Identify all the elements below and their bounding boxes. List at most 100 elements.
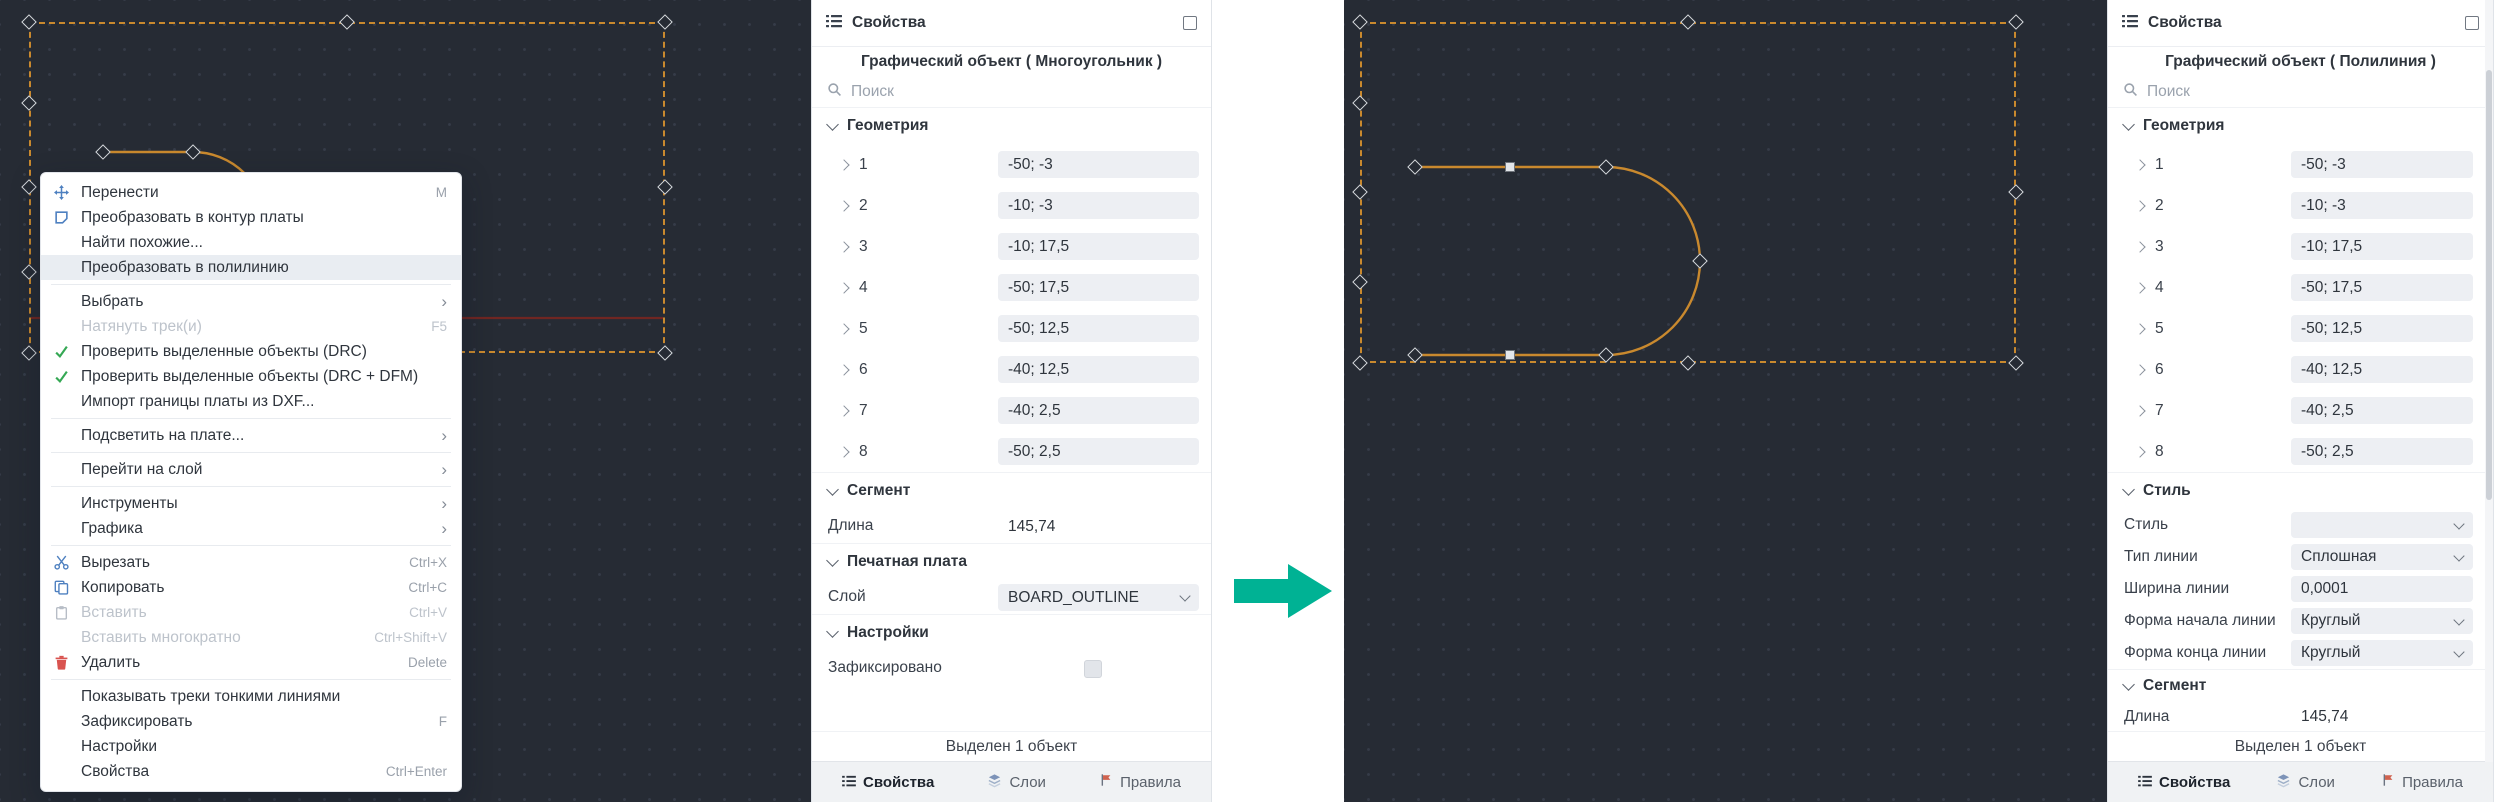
- menu-item-move[interactable]: Перенести M: [41, 180, 461, 205]
- properties-icon: [826, 14, 842, 33]
- point-value-field[interactable]: -40; 2,5: [2291, 397, 2473, 424]
- point-value-field[interactable]: -40; 12,5: [998, 356, 1199, 383]
- chevron-right-icon[interactable]: [2134, 282, 2145, 293]
- point-value-field[interactable]: -50; 2,5: [998, 438, 1199, 465]
- popout-icon[interactable]: [1183, 16, 1197, 30]
- popout-icon[interactable]: [2465, 16, 2479, 30]
- geometry-row: 2 -10; -3: [2108, 185, 2493, 226]
- point-value-field[interactable]: -40; 2,5: [998, 397, 1199, 424]
- pcb-canvas-before[interactable]: Перенести M Преобразовать в контур платы…: [0, 0, 811, 802]
- line-start-shape-select[interactable]: Круглый: [2291, 608, 2473, 634]
- properties-icon: [2138, 774, 2152, 791]
- chevron-right-icon[interactable]: [2134, 446, 2145, 457]
- menu-item-copy[interactable]: Копировать Ctrl+C: [41, 575, 461, 600]
- pcb-canvas-after[interactable]: [1344, 0, 2107, 802]
- section-label: Сегмент: [847, 482, 910, 500]
- menu-item-properties[interactable]: Свойства Ctrl+Enter: [41, 759, 461, 784]
- chevron-down-icon: [826, 483, 839, 496]
- point-value: -40; 2,5: [1008, 402, 1061, 420]
- section-board[interactable]: Печатная плата: [812, 543, 1211, 580]
- menu-item-cut[interactable]: Вырезать Ctrl+X: [41, 550, 461, 575]
- chevron-right-icon[interactable]: [2134, 241, 2145, 252]
- menu-item-select[interactable]: Выбрать: [41, 289, 461, 314]
- section-style[interactable]: Стиль: [2108, 472, 2493, 509]
- point-value: -50; 2,5: [2301, 443, 2354, 461]
- point-value-field[interactable]: -40; 12,5: [2291, 356, 2473, 383]
- line-type-select[interactable]: Сплошная: [2291, 544, 2473, 570]
- point-value-field[interactable]: -50; 2,5: [2291, 438, 2473, 465]
- chevron-right-icon[interactable]: [2134, 405, 2145, 416]
- chevron-right-icon[interactable]: [2134, 200, 2145, 211]
- section-settings[interactable]: Настройки: [812, 614, 1211, 651]
- menu-item-go-to-layer[interactable]: Перейти на слой: [41, 457, 461, 482]
- search-input[interactable]: Поиск: [2123, 77, 2478, 107]
- segment-midpoint-handle[interactable]: [1505, 162, 1515, 172]
- chevron-right-icon[interactable]: [838, 323, 849, 334]
- menu-item-thin-tracks[interactable]: Показывать треки тонкими линиями: [41, 684, 461, 709]
- menu-item-label: Проверить выделенные объекты (DRC): [81, 343, 367, 361]
- menu-item-paste-multiple: Вставить многократно Ctrl+Shift+V: [41, 625, 461, 650]
- tab-properties[interactable]: Свойства: [2138, 762, 2230, 802]
- point-value-field[interactable]: -50; 12,5: [998, 315, 1199, 342]
- point-value: -50; 12,5: [1008, 320, 1069, 338]
- menu-item-label: Настройки: [81, 738, 157, 756]
- point-value-field[interactable]: -10; 17,5: [2291, 233, 2473, 260]
- tab-rules[interactable]: Правила: [2381, 762, 2463, 802]
- segment-length-row: Длина 145,74: [2108, 702, 2493, 732]
- point-index: 8: [859, 443, 868, 461]
- layer-select[interactable]: BOARD_OUTLINE: [998, 584, 1199, 611]
- scrollbar-thumb[interactable]: [2486, 70, 2492, 500]
- menu-item-tools[interactable]: Инструменты: [41, 491, 461, 516]
- menu-item-graphics[interactable]: Графика: [41, 516, 461, 541]
- chevron-right-icon[interactable]: [2134, 323, 2145, 334]
- point-value-field[interactable]: -10; -3: [998, 192, 1199, 219]
- menu-item-check-drc-dfm[interactable]: Проверить выделенные объекты (DRC + DFM): [41, 364, 461, 389]
- section-segment[interactable]: Сегмент: [812, 472, 1211, 509]
- chevron-right-icon[interactable]: [838, 159, 849, 170]
- chevron-right-icon[interactable]: [838, 282, 849, 293]
- section-geometry[interactable]: Геометрия: [2108, 107, 2493, 144]
- point-value-field[interactable]: -50; 17,5: [998, 274, 1199, 301]
- tab-properties[interactable]: Свойства: [842, 762, 934, 802]
- point-value-field[interactable]: -50; 12,5: [2291, 315, 2473, 342]
- menu-item-lock[interactable]: Зафиксировать F: [41, 709, 461, 734]
- section-geometry[interactable]: Геометрия: [812, 107, 1211, 144]
- section-segment[interactable]: Сегмент: [2108, 669, 2493, 702]
- tab-label: Правила: [1120, 774, 1181, 791]
- line-end-shape-select[interactable]: Круглый: [2291, 640, 2473, 666]
- geometry-row: 6 -40; 12,5: [812, 349, 1211, 390]
- icon-spacer: [53, 520, 70, 537]
- menu-item-convert-to-polyline[interactable]: Преобразовать в полилинию: [41, 255, 461, 280]
- menu-item-delete[interactable]: Удалить Delete: [41, 650, 461, 675]
- point-value-field[interactable]: -50; -3: [2291, 151, 2473, 178]
- tab-rules[interactable]: Правила: [1099, 762, 1181, 802]
- locked-checkbox[interactable]: [1084, 660, 1102, 678]
- point-value-field[interactable]: -10; -3: [2291, 192, 2473, 219]
- chevron-right-icon[interactable]: [2134, 159, 2145, 170]
- chevron-right-icon[interactable]: [838, 200, 849, 211]
- chevron-right-icon[interactable]: [838, 446, 849, 457]
- tab-layers[interactable]: Слои: [987, 762, 1045, 802]
- point-value-field[interactable]: -50; 17,5: [2291, 274, 2473, 301]
- geometry-row: 6 -40; 12,5: [2108, 349, 2493, 390]
- segment-midpoint-handle[interactable]: [1505, 350, 1515, 360]
- geometry-row: 5 -50; 12,5: [2108, 308, 2493, 349]
- chevron-right-icon[interactable]: [838, 364, 849, 375]
- chevron-right-icon[interactable]: [2134, 364, 2145, 375]
- menu-item-settings[interactable]: Настройки: [41, 734, 461, 759]
- chevron-right-icon[interactable]: [838, 241, 849, 252]
- point-value-field[interactable]: -50; -3: [998, 151, 1199, 178]
- panel-scrollbar[interactable]: [2485, 0, 2493, 762]
- tab-layers[interactable]: Слои: [2276, 762, 2334, 802]
- search-input[interactable]: Поиск: [827, 77, 1196, 107]
- chevron-right-icon[interactable]: [838, 405, 849, 416]
- menu-item-find-similar[interactable]: Найти похожие...: [41, 230, 461, 255]
- menu-item-highlight-on-board[interactable]: Подсветить на плате...: [41, 423, 461, 448]
- point-value-field[interactable]: -10; 17,5: [998, 233, 1199, 260]
- menu-item-check-drc[interactable]: Проверить выделенные объекты (DRC): [41, 339, 461, 364]
- board-outline-selection[interactable]: [1360, 22, 2016, 363]
- menu-item-convert-to-board-outline[interactable]: Преобразовать в контур платы: [41, 205, 461, 230]
- menu-item-import-dxf[interactable]: Импорт границы платы из DXF...: [41, 389, 461, 414]
- style-select[interactable]: [2291, 512, 2473, 538]
- line-width-input[interactable]: 0,0001: [2291, 576, 2473, 602]
